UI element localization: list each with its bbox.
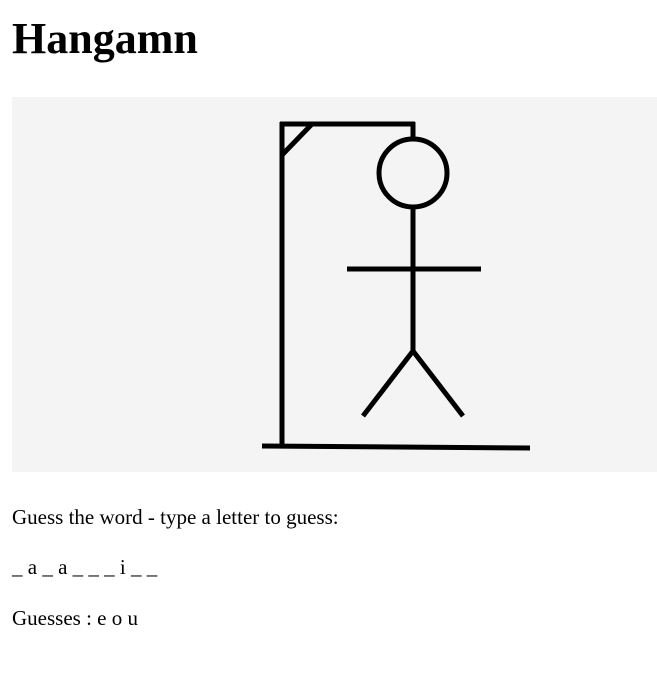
word-display: _ a _ a _ _ _ i _ _: [12, 555, 158, 579]
hangman-right-leg: [411, 349, 465, 418]
hangman-left-leg: [361, 349, 415, 418]
guesses-line: Guesses : e o u: [12, 604, 138, 632]
page-title: Hangamn: [12, 14, 198, 63]
guesses-label: Guesses :: [12, 606, 92, 630]
gallows-brace: [280, 122, 314, 157]
hangman-image-panel: [12, 97, 657, 472]
instructions-text: Guess the word - type a letter to guess:: [12, 505, 339, 529]
guessed-letters: e o u: [97, 606, 138, 630]
hangman-head: [376, 136, 450, 210]
hangman-drawing: [261, 121, 531, 451]
gallows-base: [261, 443, 531, 451]
